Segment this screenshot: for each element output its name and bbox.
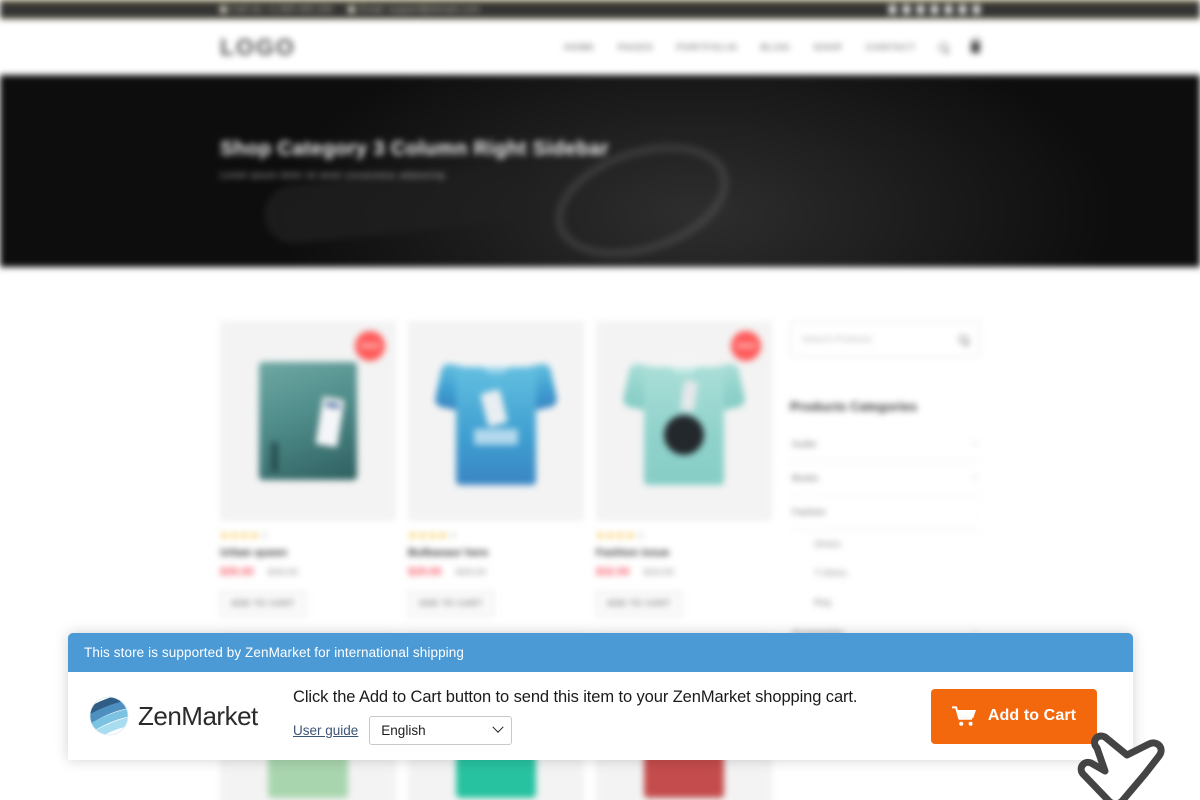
page-title: Shop Category 3 Column Right Sidebar [220, 138, 609, 160]
sale-price: $29.00 [408, 566, 442, 578]
category-label: T-Shirts [814, 568, 847, 579]
search-icon[interactable] [959, 334, 968, 344]
mint-tshirt-graphic [621, 357, 747, 485]
phone-icon [220, 5, 227, 13]
nav-item-pages[interactable]: PAGES [618, 42, 654, 52]
zenmarket-instruction-text: Click the Add to Cart button to send thi… [293, 687, 858, 706]
site-logo[interactable]: LOGO [220, 34, 296, 61]
product-price: $35.00 $45.00 [220, 566, 396, 578]
site-header: LOGO HOME PAGES PORTFOLIO BLOG SHOP CONT… [0, 19, 1200, 75]
topbar-email-text: Email: support@domain.com [359, 4, 481, 14]
product-image[interactable]: SALE [596, 321, 772, 521]
original-price: $39.00 [455, 566, 487, 578]
zenmarket-overlay-panel: This store is supported by ZenMarket for… [68, 633, 1133, 760]
main-navigation: HOME PAGES PORTFOLIO BLOG SHOP CONTACT [564, 37, 980, 53]
topbar-email: Email: support@domain.com [348, 4, 480, 14]
blue-tshirt-graphic [433, 357, 559, 485]
folded-tshirt-graphic [259, 362, 357, 480]
expand-toggle-icon[interactable]: + [972, 439, 978, 450]
category-label: Audio [792, 439, 817, 450]
product-card[interactable]: SALE Urban queen $35.00 $45.00 ADD TO CA… [220, 321, 396, 616]
sale-price: $35.00 [220, 566, 254, 578]
google-plus-icon[interactable] [903, 4, 910, 14]
category-label: Books [792, 473, 819, 484]
zenmarket-panel-body: ZenMarket Click the Add to Cart button t… [68, 672, 1133, 760]
topbar-phone: Call Us: +1 800 400 234 [220, 4, 332, 14]
language-select[interactable]: English [369, 715, 513, 745]
nav-item-portfolio[interactable]: PORTFOLIO [677, 42, 738, 52]
nav-item-blog[interactable]: BLOG [761, 42, 791, 52]
shopping-cart-icon [951, 705, 977, 727]
category-list: Audio + Books + Fashion - Shoes T-Shirts [790, 428, 980, 651]
original-price: $45.00 [267, 566, 299, 578]
chevron-down-icon [492, 721, 504, 733]
rating-stars [220, 531, 396, 540]
expand-toggle-icon[interactable]: + [972, 473, 978, 484]
topbar-phone-text: Call Us: +1 800 400 234 [231, 4, 333, 14]
page-subtitle: Lorem ipsum dolor sit amet consectetur a… [220, 170, 445, 180]
nav-item-home[interactable]: HOME [564, 42, 595, 52]
add-to-cart-label: Add to Cart [987, 707, 1077, 724]
hero-banner: Shop Category 3 Column Right Sidebar Lor… [0, 75, 1200, 267]
product-price: $32.00 $42.00 [596, 566, 772, 578]
sale-price: $32.00 [596, 566, 630, 578]
add-to-cart-button[interactable]: ADD TO CART [408, 591, 494, 616]
zenmarket-header-text: This store is supported by ZenMarket for… [84, 645, 464, 660]
nav-item-shop[interactable]: SHOP [814, 42, 843, 52]
product-price: $29.00 $39.00 [408, 566, 584, 578]
sale-badge: SALE [355, 331, 385, 361]
rss-icon[interactable] [973, 4, 980, 14]
category-item-fashion[interactable]: Fashion - [790, 496, 980, 530]
rating-stars [408, 531, 584, 540]
expand-toggle-icon[interactable]: - [975, 507, 978, 518]
zenmarket-globe-icon [88, 695, 130, 737]
zenmarket-wordmark: ZenMarket [138, 700, 258, 731]
user-guide-link[interactable]: User guide [293, 723, 358, 738]
add-to-cart-button[interactable]: Add to Cart [931, 688, 1097, 744]
product-card[interactable]: Bulbasaur here $29.00 $39.00 ADD TO CART [408, 321, 584, 616]
category-label: Fashion [792, 507, 826, 518]
category-label: Shoes [814, 539, 841, 550]
zenmarket-message-area: Click the Add to Cart button to send thi… [293, 688, 931, 745]
linkedin-icon[interactable] [959, 4, 966, 14]
nav-item-contact[interactable]: CONTACT [866, 42, 916, 52]
category-label: Bag [814, 597, 831, 608]
zenmarket-brand: ZenMarket [88, 695, 293, 737]
pinterest-icon[interactable] [945, 4, 952, 14]
zenmarket-panel-header: This store is supported by ZenMarket for… [68, 633, 1133, 672]
shopping-bag-icon[interactable] [971, 37, 980, 53]
product-image[interactable] [408, 321, 584, 521]
language-select-value: English [381, 722, 426, 738]
product-card[interactable]: SALE Fashion issue $32.00 $42.00 ADD TO … [596, 321, 772, 616]
sidebar-search[interactable]: Search Products [790, 321, 980, 357]
dribbble-icon[interactable] [917, 4, 924, 14]
category-item-books[interactable]: Books + [790, 462, 980, 496]
category-item-tshirts[interactable]: T-Shirts [790, 559, 980, 588]
product-name[interactable]: Fashion issue [596, 547, 772, 559]
original-price: $42.00 [643, 566, 675, 578]
envelope-icon [348, 5, 356, 13]
category-item-audio[interactable]: Audio + [790, 428, 980, 462]
search-input[interactable]: Search Products [802, 334, 872, 345]
add-to-cart-button[interactable]: ADD TO CART [220, 591, 306, 616]
category-item-bag[interactable]: Bag [790, 588, 980, 617]
product-name[interactable]: Bulbasaur here [408, 547, 584, 559]
social-icon-list [889, 4, 980, 14]
sidebar-heading: Products Categories [790, 399, 918, 414]
utility-topbar: Call Us: +1 800 400 234 Email: support@d… [0, 0, 1200, 19]
search-icon[interactable] [939, 42, 948, 52]
add-to-cart-button[interactable]: ADD TO CART [596, 591, 682, 616]
product-image[interactable]: SALE [220, 321, 396, 521]
facebook-icon[interactable] [931, 4, 938, 14]
twitter-icon[interactable] [889, 4, 896, 14]
rating-stars [596, 531, 772, 540]
category-item-shoes[interactable]: Shoes [790, 530, 980, 559]
product-name[interactable]: Urban queen [220, 547, 396, 559]
